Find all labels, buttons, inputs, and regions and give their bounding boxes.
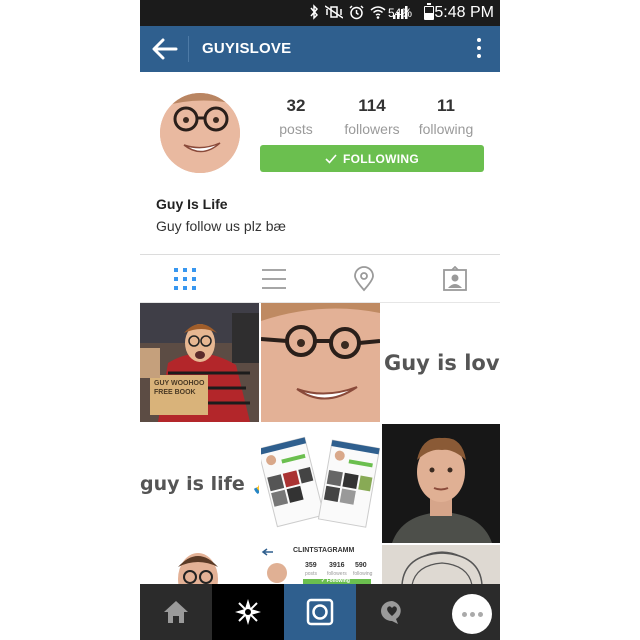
- tagged-photos-icon[interactable]: [442, 266, 468, 292]
- more-vert-icon[interactable]: [476, 38, 482, 60]
- grid-photo-9[interactable]: [382, 545, 500, 585]
- profile-display-name: Guy Is Life: [156, 196, 228, 212]
- grid-view-icon[interactable]: [172, 266, 198, 292]
- profile-bio: Guy follow us plz bæ: [156, 218, 286, 234]
- nav-activity[interactable]: [356, 584, 428, 640]
- mini-profile-username: CLINTSTAGRAMM: [293, 547, 355, 554]
- status-clock: 5:48 PM: [434, 4, 494, 21]
- tabs-divider: [140, 254, 500, 255]
- photo-text-guy-is-love: Guy is love,: [384, 351, 500, 375]
- grid-photo-6[interactable]: [382, 424, 500, 543]
- mini-followers-count: 3916: [329, 562, 345, 569]
- profile-username-title: GUYISLOVE: [202, 40, 292, 57]
- posts-count: 32: [286, 96, 306, 115]
- following-button[interactable]: FOLLOWING: [260, 145, 484, 172]
- explore-icon: [235, 599, 261, 625]
- grid-photo-4[interactable]: guy is life 🙏: [140, 424, 259, 543]
- checkmark-icon: [325, 153, 337, 164]
- location-icon[interactable]: [351, 266, 377, 292]
- nav-home[interactable]: [140, 584, 212, 640]
- back-arrow-icon[interactable]: [152, 37, 178, 61]
- phone-screen: 54% 5:48 PM GUYISLOVE 32 posts 114 follo…: [140, 0, 500, 640]
- following-stat[interactable]: 11 following: [406, 96, 486, 137]
- list-view-icon[interactable]: [261, 266, 287, 292]
- wifi-icon: [370, 6, 386, 19]
- mute-vibrate-icon: [325, 5, 343, 19]
- grid-photo-5[interactable]: [261, 424, 380, 543]
- activity-icon: [381, 601, 401, 624]
- photo-sign-text: GUY WOOHOO FREE BOOK: [154, 380, 205, 396]
- battery-icon: [424, 3, 434, 20]
- battery-percentage: 54%: [387, 6, 412, 20]
- grid-photo-7[interactable]: [140, 545, 259, 585]
- nav-explore[interactable]: [212, 584, 284, 640]
- followers-label: followers: [344, 121, 400, 137]
- grid-photo-3[interactable]: Guy is love,: [382, 303, 500, 422]
- following-label: following: [418, 121, 474, 137]
- bluetooth-icon: [310, 4, 319, 20]
- grid-photo-2[interactable]: [261, 303, 380, 422]
- posts-stat: 32 posts: [256, 96, 336, 137]
- camera-icon: [306, 598, 334, 626]
- grid-photo-8[interactable]: CLINTSTAGRAMM 359 3916 590 posts followe…: [261, 545, 380, 585]
- chat-bubble-icon[interactable]: [452, 594, 492, 634]
- mini-followers-label: followers: [327, 571, 347, 577]
- mini-following-count: 590: [355, 562, 367, 569]
- status-bar: 54% 5:48 PM: [140, 0, 500, 26]
- home-icon: [164, 601, 188, 623]
- following-count: 11: [437, 96, 455, 115]
- app-header: GUYISLOVE: [140, 26, 500, 72]
- header-divider: [188, 36, 189, 62]
- bottom-nav: [140, 584, 500, 640]
- profile-avatar[interactable]: [160, 93, 240, 173]
- posts-label: posts: [279, 121, 313, 137]
- followers-count: 114: [358, 96, 386, 115]
- nav-camera[interactable]: [284, 584, 356, 640]
- mini-following-label: following: [353, 571, 373, 577]
- following-button-label: FOLLOWING: [342, 151, 420, 166]
- mini-posts-count: 359: [305, 562, 317, 569]
- photo-text-guy-is-life: guy is life 🙏: [140, 473, 259, 495]
- followers-stat[interactable]: 114 followers: [332, 96, 412, 137]
- grid-photo-1[interactable]: GUY WOOHOO FREE BOOK: [140, 303, 259, 422]
- alarm-icon: [349, 4, 364, 19]
- mini-posts-label: posts: [305, 571, 317, 577]
